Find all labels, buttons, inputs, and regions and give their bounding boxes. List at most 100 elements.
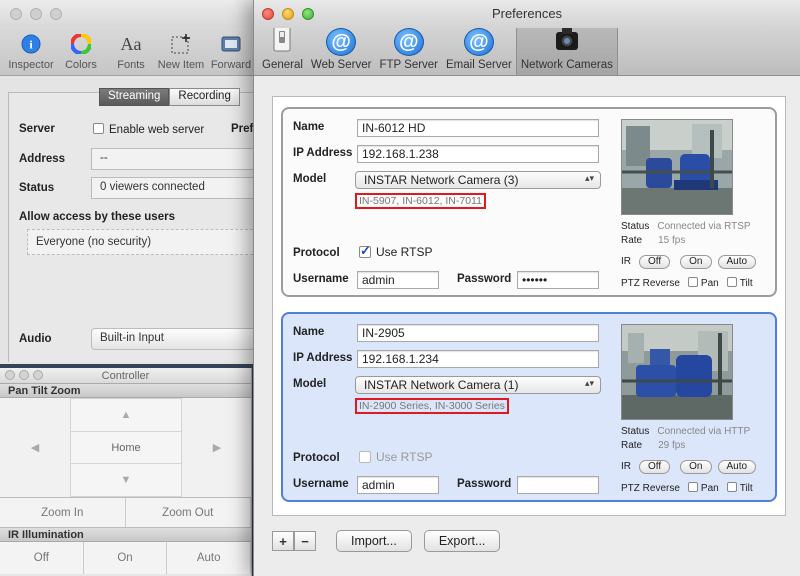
toolbar-forward[interactable]: Forward <box>206 28 256 75</box>
tab-ftp-server[interactable]: @ FTP Server <box>375 28 442 75</box>
tab-web-server[interactable]: @ Web Server <box>307 28 376 75</box>
use-rtsp-checkbox[interactable]: Use RTSP <box>359 450 432 464</box>
tab-label: Email Server <box>446 59 512 71</box>
ip-address-field[interactable]: 192.168.1.234 <box>357 350 599 368</box>
tab-general[interactable]: General <box>258 24 307 75</box>
zoom-button[interactable] <box>302 8 314 20</box>
inspector-window: i Inspector Colors Aa Fonts New Item For… <box>0 0 263 364</box>
rate-line: Rate 29 fps <box>621 440 685 451</box>
password-field[interactable] <box>517 476 599 494</box>
status-value: Connected via RTSP <box>657 221 751 232</box>
tilt-label: Tilt <box>739 483 753 494</box>
camera-entry-selected[interactable]: Name IN-2905 IP Address 192.168.1.234 Mo… <box>281 312 777 502</box>
name-label: Name <box>293 121 325 133</box>
camera-entry[interactable]: Name IN-6012 HD IP Address 192.168.1.238… <box>281 107 777 297</box>
tilt-up-button[interactable]: ▲ <box>70 398 182 431</box>
ir-auto-button[interactable]: Auto <box>167 542 252 574</box>
ptz-reverse-label: PTZ Reverse <box>621 278 680 289</box>
window-controls <box>10 8 62 20</box>
ptz-reverse-controls: PTZ Reverse Pan Tilt <box>621 277 753 289</box>
zoom-button[interactable] <box>50 8 62 20</box>
username-label: Username <box>293 273 349 285</box>
ir-controls: Off On Auto <box>0 542 252 574</box>
audio-popup[interactable]: Built-in Input <box>91 328 263 350</box>
toolbar-fonts[interactable]: Aa Fonts <box>106 28 156 75</box>
address-label: Address <box>19 153 66 165</box>
ptz-pad: ▲ ◀ Home ▶ ▼ <box>0 398 251 498</box>
ip-address-field[interactable]: 192.168.1.238 <box>357 145 599 163</box>
import-button[interactable]: Import... <box>336 530 412 552</box>
status-line: Status Connected via RTSP <box>621 221 751 232</box>
allowed-users-list[interactable]: Everyone (no security) <box>27 229 263 255</box>
supported-models-hint: IN-2900 Series, IN-3000 Series <box>355 398 509 414</box>
toolbar-inspector[interactable]: i Inspector <box>6 28 56 75</box>
password-field[interactable]: •••••• <box>517 271 599 289</box>
use-rtsp-checkbox[interactable]: Use RTSP <box>359 243 432 259</box>
rate-label: Rate <box>621 440 643 451</box>
new-item-icon <box>170 33 192 55</box>
ir-on-button[interactable]: On <box>680 255 712 269</box>
close-button[interactable] <box>5 370 15 380</box>
export-button[interactable]: Export... <box>423 530 501 552</box>
camera-name-field[interactable]: IN-2905 <box>357 324 599 342</box>
inspector-toolbar: i Inspector Colors Aa Fonts New Item For… <box>0 28 262 76</box>
pan-reverse-checkbox[interactable] <box>687 482 698 492</box>
status-field: 0 viewers connected <box>91 177 263 199</box>
model-popup[interactable]: INSTAR Network Camera (1) ▴▾ <box>355 376 601 394</box>
rate-value: 29 fps <box>658 440 686 451</box>
tilt-reverse-checkbox[interactable] <box>726 277 737 287</box>
close-button[interactable] <box>10 8 22 20</box>
camera-name-field[interactable]: IN-6012 HD <box>357 119 599 137</box>
tab-streaming[interactable]: Streaming <box>99 88 170 106</box>
ir-auto-button[interactable]: Auto <box>717 460 757 474</box>
add-camera-button[interactable]: + <box>272 531 294 551</box>
camera-preview-image <box>621 324 733 420</box>
color-wheel-icon <box>70 33 92 55</box>
zoom-button[interactable] <box>33 370 43 380</box>
pan-reverse-checkbox[interactable] <box>687 277 698 287</box>
tilt-reverse-checkbox[interactable] <box>726 482 737 492</box>
status-label: Status <box>621 221 650 232</box>
tab-email-server[interactable]: @ Email Server <box>442 28 516 75</box>
checkbox-box <box>93 123 104 134</box>
zoom-in-button[interactable]: Zoom In <box>0 498 126 527</box>
model-popup[interactable]: INSTAR Network Camera (3) ▴▾ <box>355 171 601 189</box>
ir-controls: IR Off On Auto <box>621 460 757 474</box>
home-button[interactable]: Home <box>70 431 182 464</box>
camera-preview-image <box>621 119 733 215</box>
at-icon: @ <box>326 28 357 56</box>
zoom-controls: Zoom In Zoom Out <box>0 498 251 528</box>
arrow-up-icon: ▲ <box>120 409 132 421</box>
pan-left-button[interactable]: ◀ <box>0 431 70 464</box>
pan-right-button[interactable]: ▶ <box>182 431 252 464</box>
ir-off-button[interactable]: Off <box>639 255 671 269</box>
rate-value: 15 fps <box>658 235 686 246</box>
tab-network-cameras[interactable]: Network Cameras <box>515 27 618 75</box>
close-button[interactable] <box>262 8 274 20</box>
ir-off-button[interactable]: Off <box>639 460 671 474</box>
toolbar-new-item[interactable]: New Item <box>156 28 206 75</box>
tilt-down-button[interactable]: ▼ <box>70 464 182 497</box>
zoom-out-button[interactable]: Zoom Out <box>125 498 251 527</box>
tab-recording[interactable]: Recording <box>169 88 240 106</box>
ir-off-button[interactable]: Off <box>0 542 84 574</box>
ptz-reverse-controls: PTZ Reverse Pan Tilt <box>621 482 753 494</box>
ir-on-button[interactable]: On <box>680 460 712 474</box>
enable-web-server-checkbox[interactable]: Enable web server <box>93 123 204 136</box>
ir-label: IR <box>621 256 631 267</box>
minimize-button[interactable] <box>282 8 294 20</box>
rate-line: Rate 15 fps <box>621 235 685 246</box>
ir-on-button[interactable]: On <box>83 542 168 574</box>
popup-arrows-icon: ▴▾ <box>584 378 594 388</box>
username-field[interactable]: admin <box>357 476 439 494</box>
minimize-button[interactable] <box>19 370 29 380</box>
preferences-window: Preferences General @ Web Server @ FTP S… <box>253 0 800 576</box>
username-field[interactable]: admin <box>357 271 439 289</box>
remove-camera-button[interactable]: − <box>294 531 316 551</box>
inspector-titlebar <box>0 0 261 30</box>
toolbar-colors[interactable]: Colors <box>56 28 106 75</box>
minimize-button[interactable] <box>30 8 42 20</box>
controller-window: Controller Pan Tilt Zoom ▲ ◀ Home ▶ ▼ Zo… <box>0 368 252 576</box>
ir-auto-button[interactable]: Auto <box>717 255 757 269</box>
password-label: Password <box>457 273 512 285</box>
